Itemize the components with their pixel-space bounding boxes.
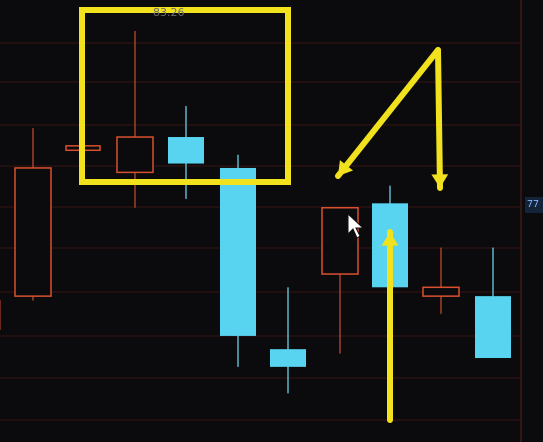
- candle-body-10: [475, 296, 511, 359]
- candle-6: [270, 287, 306, 394]
- candle-5: [220, 154, 256, 367]
- high-price-label: 83.26: [153, 6, 185, 19]
- arrow-left-shaft: [335, 47, 441, 179]
- candle-body-4: [168, 137, 204, 164]
- arrow-down: [431, 47, 449, 191]
- candlestick-chart: [0, 0, 522, 442]
- candle-9: [422, 247, 460, 314]
- candle-body-3: [116, 136, 154, 174]
- arrow-left: [335, 47, 441, 179]
- last-price-tag: 77: [525, 197, 543, 213]
- candle-body-6: [270, 349, 306, 367]
- arrow-down-shaft: [435, 47, 443, 191]
- candle-body-5: [220, 167, 256, 336]
- candle-10: [475, 247, 511, 359]
- candle-body-1: [14, 167, 52, 297]
- arrow-down-head: [431, 174, 449, 188]
- grid-lines: [0, 0, 522, 442]
- candle-body-9: [422, 286, 460, 297]
- chart-stage: 83.26 77: [0, 0, 543, 442]
- candle-1: [14, 128, 52, 301]
